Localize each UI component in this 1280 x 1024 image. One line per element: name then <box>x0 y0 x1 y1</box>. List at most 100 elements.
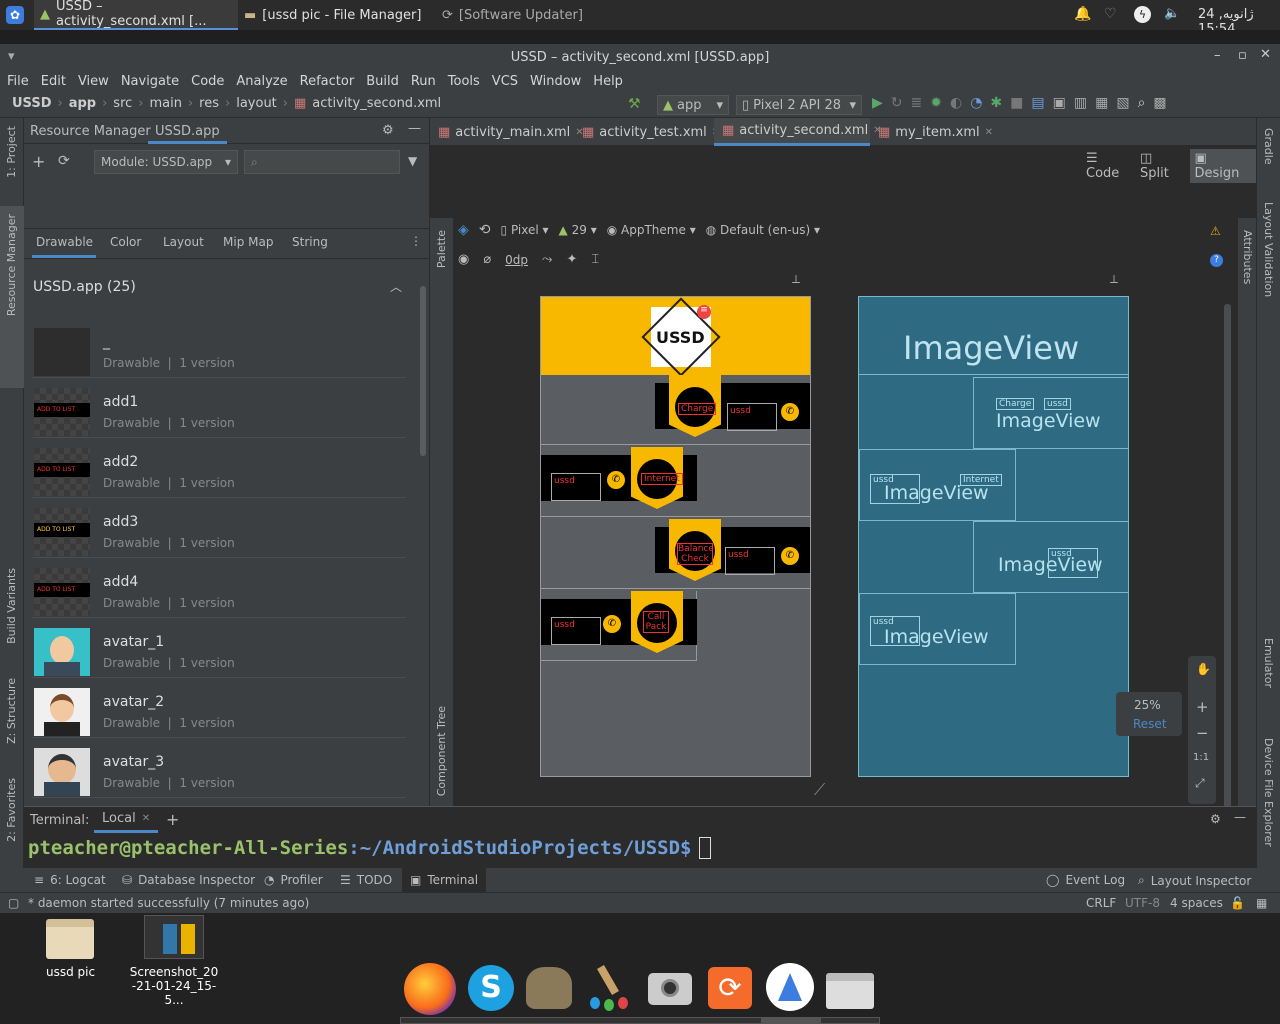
refresh-icon[interactable]: ⟳ <box>58 153 70 169</box>
list-item[interactable]: ADD TO LIST add3 Drawable | 1 version <box>32 498 406 558</box>
row-charge[interactable]: Charge ussd ✆ <box>541 375 810 445</box>
default-margin-select[interactable]: 0dp <box>505 253 528 267</box>
list-item[interactable]: avatar_2 Drawable | 1 version <box>32 678 406 738</box>
menu-refactor[interactable]: Refactor <box>300 74 355 89</box>
theme-select[interactable]: ◉ AppTheme ▾ <box>607 223 696 237</box>
menu-analyze[interactable]: Analyze <box>236 74 287 89</box>
row-balance-check[interactable]: Balance Check ussd ✆ <box>541 519 810 589</box>
avd-manager-icon[interactable]: ▥ <box>1074 95 1087 111</box>
scrollbar[interactable] <box>420 286 426 456</box>
task-android-studio[interactable]: ▲ USSD – activity_second.xml [... <box>34 0 238 30</box>
menu-window[interactable]: Window <box>530 74 581 89</box>
tab-ussd-app[interactable]: USSD.app <box>148 118 227 144</box>
close-tab-icon[interactable]: ✕ <box>142 813 150 824</box>
attributes-tool-button[interactable]: Attributes <box>1241 230 1254 284</box>
more-icon[interactable]: ⋮ <box>410 234 422 248</box>
android-studio-icon[interactable] <box>766 963 814 1011</box>
minimize-icon[interactable]: – <box>1214 48 1221 63</box>
list-item[interactable]: avatar_1 Drawable | 1 version <box>32 618 406 678</box>
breadcrumb-project[interactable]: USSD <box>12 96 52 111</box>
new-terminal-icon[interactable]: + <box>166 810 179 829</box>
device-select[interactable]: ▯ Pixel ▾ <box>501 223 549 237</box>
maximize-icon[interactable]: ▫ <box>1238 48 1247 63</box>
zoom-actual-size-button[interactable]: 1:1 <box>1193 752 1209 763</box>
home-folder-icon[interactable] <box>826 973 874 1009</box>
breadcrumb-main[interactable]: main <box>149 96 181 111</box>
layout-inspector-tool-button[interactable]: ⌕ Layout Inspector <box>1138 873 1251 888</box>
list-item[interactable]: avatar_3 Drawable | 1 version <box>32 738 406 798</box>
file-encoding[interactable]: UTF-8 <box>1125 896 1160 910</box>
help-icon[interactable]: ? <box>1210 254 1223 267</box>
phone-icon[interactable]: ✆ <box>603 615 621 633</box>
debug-icon[interactable]: ✹ <box>930 95 942 111</box>
breadcrumb-module[interactable]: app <box>69 96 96 111</box>
emulator-tool-button[interactable]: Emulator <box>1262 638 1275 688</box>
profiler-tool-button[interactable]: ◔ Profiler <box>264 873 323 887</box>
paint-brush-icon[interactable] <box>586 965 630 1011</box>
wifi-icon[interactable]: ♡ <box>1104 6 1117 22</box>
camera-icon[interactable] <box>648 973 692 1005</box>
attach-debugger-icon[interactable]: ✱ <box>990 95 1002 111</box>
code-mode-button[interactable]: ☰ Code <box>1086 151 1132 181</box>
line-separator[interactable]: CRLF <box>1086 896 1116 910</box>
tab-mipmap[interactable]: Mip Map <box>223 235 273 249</box>
row-call-pack[interactable]: Call Pack ussd ✆ <box>541 591 697 661</box>
collapse-icon[interactable]: ︿ <box>390 278 402 295</box>
module-select[interactable]: Module: USSD.app ▾ <box>94 150 238 174</box>
event-log-tool-button[interactable]: ◯ Event Log <box>1046 873 1125 887</box>
menu-navigate[interactable]: Navigate <box>121 74 179 89</box>
device-select[interactable]: ▯ Pixel 2 API 28 ▾ <box>736 95 862 115</box>
gear-icon[interactable]: ⚙ <box>1210 812 1221 826</box>
breadcrumb-src[interactable]: src <box>113 96 132 111</box>
tab-color[interactable]: Color <box>110 235 141 249</box>
terminal-prompt[interactable]: pteacher@pteacher-All-Series :~/AndroidS… <box>28 837 712 859</box>
bell-icon[interactable]: 🔔 <box>1074 6 1091 22</box>
internet-button[interactable]: Internet <box>641 473 683 485</box>
orientation-icon[interactable]: ⟲ <box>479 222 491 238</box>
tab-drawable[interactable]: Drawable <box>36 235 93 249</box>
terminal-tab-local[interactable]: Local ✕ <box>94 807 159 833</box>
layout-inspector-icon[interactable]: ▧ <box>1116 95 1129 111</box>
zoom-fit-icon[interactable]: ⤢ <box>1195 776 1205 791</box>
guidelines-icon[interactable]: ⌶ <box>591 252 599 267</box>
warning-icon[interactable]: ⚠ <box>1210 224 1221 238</box>
api-select[interactable]: ▲ 29 ▾ <box>559 223 597 237</box>
status-message[interactable]: * daemon started successfully (7 minutes… <box>28 896 309 910</box>
infer-constraints-icon[interactable]: ✦ <box>566 252 577 267</box>
menu-edit[interactable]: Edit <box>41 74 66 89</box>
menu-tools[interactable]: Tools <box>448 74 480 89</box>
run-icon[interactable]: ▶ <box>872 95 883 111</box>
user-icon[interactable]: ▩ <box>1153 95 1166 111</box>
list-item[interactable]: ADD TO LIST add2 Drawable | 1 version <box>32 438 406 498</box>
component-tree-tool-button[interactable]: Component Tree <box>435 706 448 796</box>
menu-build[interactable]: Build <box>366 74 399 89</box>
gear-icon[interactable]: ⚙ <box>382 123 394 138</box>
task-software-updater[interactable]: ⟳ [Software Updater] <box>436 0 636 30</box>
sdk-manager-icon[interactable]: ▦ <box>1095 95 1108 111</box>
project-structure-icon[interactable]: ▤ <box>1031 95 1044 111</box>
design-canvas[interactable]: USSD ≡ Charge ussd ✆ Internet ussd ✆ Bal… <box>454 272 1238 824</box>
pan-icon[interactable]: ✋ <box>1196 662 1211 676</box>
search-input[interactable]: ⌕ <box>244 150 400 174</box>
favorites-tool-button[interactable]: 2: Favorites <box>5 778 18 842</box>
sync-gradle-icon[interactable]: ▣ <box>1053 95 1066 111</box>
tab-activity-test[interactable]: ▦ activity_test.xml ✕ <box>574 118 720 146</box>
close-tab-icon[interactable]: ✕ <box>985 127 993 138</box>
breadcrumb-layout[interactable]: layout <box>236 96 277 111</box>
device-file-explorer-tool-button[interactable]: Device File Explorer <box>1262 738 1275 847</box>
power-icon[interactable]: ϟ <box>1134 6 1151 23</box>
build-variants-tool-button[interactable]: Build Variants <box>5 568 18 644</box>
database-inspector-tool-button[interactable]: ⛁ Database Inspector <box>122 873 255 887</box>
profiler-icon[interactable]: ◔ <box>970 95 982 111</box>
charge-button[interactable]: Charge <box>678 403 717 415</box>
hide-panel-icon[interactable]: — <box>1234 810 1246 824</box>
phone-icon[interactable]: ✆ <box>781 547 799 565</box>
eye-icon[interactable]: ◉ <box>458 252 469 267</box>
scrollbar[interactable] <box>1224 304 1231 824</box>
list-item[interactable]: _ Drawable | 1 version <box>32 318 406 378</box>
folder-icon[interactable] <box>46 919 94 959</box>
menu-code[interactable]: Code <box>191 74 224 89</box>
zoom-in-icon[interactable]: + <box>1196 698 1209 716</box>
menu-vcs[interactable]: VCS <box>492 74 518 89</box>
tab-activity-main[interactable]: ▦ activity_main.xml ✕ <box>430 118 584 146</box>
